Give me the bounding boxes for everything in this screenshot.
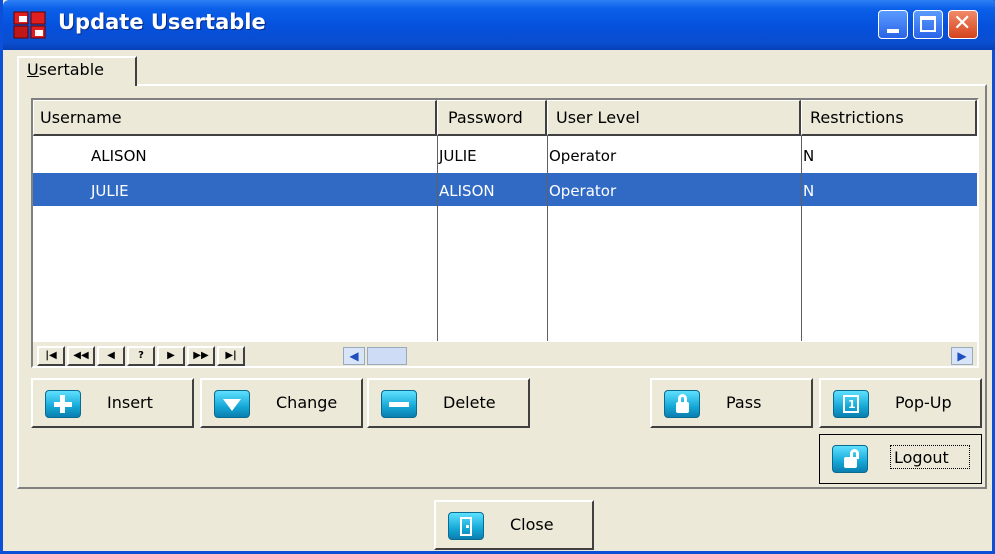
title-bar[interactable]: Update Usertable ✕ (3, 0, 995, 50)
last-record-button[interactable]: ▶| (217, 346, 245, 366)
pass-button-label: Pass (726, 393, 762, 412)
popup-button[interactable]: 1 Pop-Up (819, 378, 982, 428)
close-window-button[interactable]: ✕ (948, 10, 978, 39)
prior-icon: ◀ (107, 350, 115, 361)
insert-button[interactable]: Insert (31, 378, 194, 428)
plus-icon (45, 390, 81, 418)
cell-password: ALISON (439, 182, 495, 200)
chevron-right-icon: ▶ (957, 349, 967, 363)
lock-icon (664, 390, 700, 418)
minus-icon (381, 390, 417, 418)
next-record-button[interactable]: ▶ (157, 346, 185, 366)
chevron-left-icon: ◀ (349, 349, 359, 363)
tab-usertable[interactable]: Usertable (17, 56, 137, 86)
logout-button[interactable]: Logout (819, 434, 982, 484)
update-usertable-window: Update Usertable ✕ Usertable Username Pa… (0, 0, 995, 554)
cell-restrictions: N (803, 147, 815, 165)
insert-button-label: Insert (107, 393, 153, 412)
prior-page-icon: ◀◀ (73, 350, 89, 361)
logout-button-label: Logout (894, 448, 949, 467)
table-row[interactable]: ALISON JULIE Operator N (33, 138, 977, 171)
maximize-button[interactable] (913, 10, 943, 39)
next-icon: ▶ (167, 350, 175, 361)
prior-record-button[interactable]: ◀ (97, 346, 125, 366)
cell-user-level: Operator (549, 147, 617, 165)
unlock-icon (832, 445, 868, 473)
column-divider (547, 136, 548, 341)
door-icon (448, 512, 484, 540)
close-button[interactable]: Close (434, 500, 594, 550)
change-button[interactable]: Change (200, 378, 363, 428)
column-header-restrictions[interactable]: Restrictions (801, 100, 977, 136)
app-icon (13, 11, 46, 39)
minimize-icon (887, 29, 899, 33)
popup-button-label: Pop-Up (895, 393, 952, 412)
column-divider (801, 136, 802, 341)
maximize-icon (920, 16, 936, 32)
delete-button[interactable]: Delete (367, 378, 530, 428)
cell-password: JULIE (439, 147, 477, 165)
table-row-selected[interactable]: JULIE ALISON Operator N (33, 173, 977, 206)
first-icon: |◀ (45, 350, 57, 361)
usertable-grid[interactable]: Username Password User Level Restriction… (31, 98, 979, 368)
help-label: ? (138, 350, 144, 361)
close-icon: ✕ (953, 11, 972, 36)
next-page-icon: ▶▶ (193, 350, 209, 361)
cell-username: JULIE (91, 182, 129, 200)
column-header-username[interactable]: Username (33, 100, 437, 136)
minimize-button[interactable] (878, 10, 908, 39)
horizontal-scroll-thumb[interactable] (367, 347, 407, 365)
column-header-password[interactable]: Password (437, 100, 547, 136)
change-button-label: Change (276, 393, 338, 412)
cell-username: ALISON (91, 147, 147, 165)
scroll-left-button[interactable]: ◀ (343, 347, 365, 365)
pass-button[interactable]: Pass (650, 378, 813, 428)
last-icon: ▶| (225, 350, 237, 361)
cell-restrictions: N (803, 182, 815, 200)
column-header-user-level[interactable]: User Level (547, 100, 801, 136)
tab-usertable-label: Usertable (27, 60, 104, 79)
scroll-right-button[interactable]: ▶ (951, 347, 973, 365)
next-page-button[interactable]: ▶▶ (187, 346, 215, 366)
prior-page-button[interactable]: ◀◀ (67, 346, 95, 366)
window-title: Update Usertable (58, 10, 266, 34)
cell-user-level: Operator (549, 182, 617, 200)
first-record-button[interactable]: |◀ (37, 346, 65, 366)
chevron-down-icon (214, 390, 250, 418)
db-navigator: |◀ ◀◀ ◀ ? ▶ ▶▶ ▶| ◀ ▶ (33, 341, 977, 366)
column-divider (437, 136, 438, 341)
delete-button-label: Delete (443, 393, 496, 412)
close-button-label: Close (510, 515, 554, 534)
calendar-icon: 1 (833, 390, 869, 418)
help-nav-button[interactable]: ? (127, 346, 155, 366)
